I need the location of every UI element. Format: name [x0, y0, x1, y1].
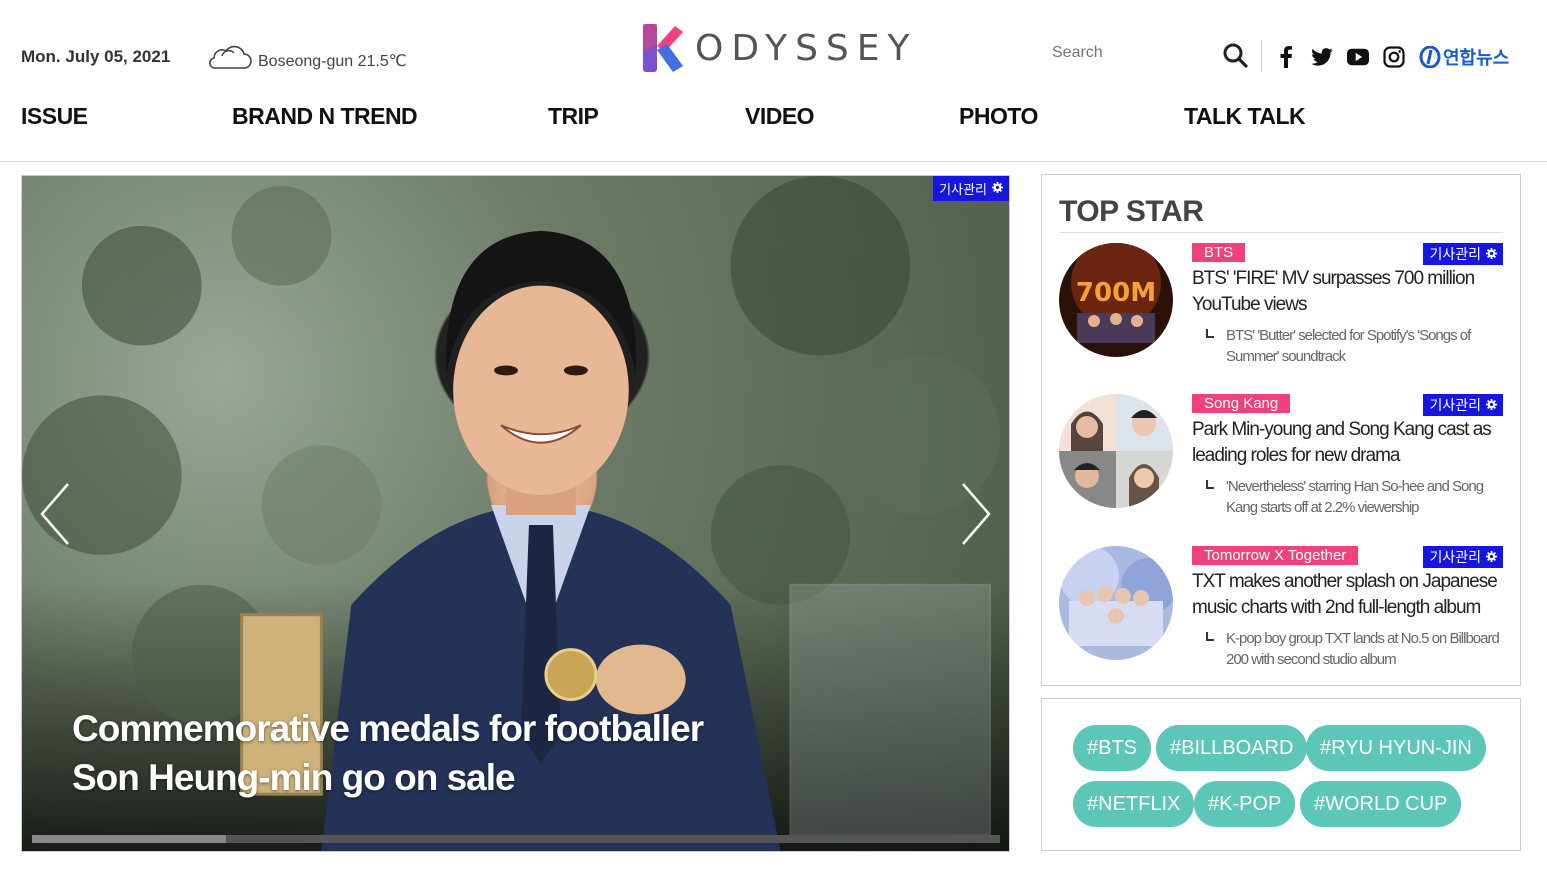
hashtag-billboard[interactable]: #BILLBOARD	[1156, 725, 1308, 771]
sub-article-marker	[1206, 480, 1214, 489]
article-admin-badge[interactable]: 기사관리	[1423, 243, 1503, 265]
admin-label: 기사관리	[1429, 397, 1481, 413]
weather-widget: Boseong-gun 21.5℃	[206, 44, 407, 77]
slider-progress-bar	[32, 835, 1000, 843]
top-star-item[interactable]: 700M BTS 기사관리 BTS' 'FIRE' MV surpasses 7…	[1059, 243, 1503, 373]
yonhap-logo-icon	[1419, 46, 1441, 68]
star-sub-headline[interactable]: K-pop boy group TXT lands at No.5 on Bil…	[1226, 628, 1504, 670]
chevron-right-icon	[962, 483, 991, 545]
yonhap-label: 연합뉴스	[1443, 48, 1510, 69]
gear-icon	[992, 181, 1003, 196]
star-sub-headline[interactable]: 'Nevertheless' starring Han So-hee and S…	[1226, 476, 1504, 518]
current-date: Mon. July 05, 2021	[21, 47, 171, 66]
chevron-left-icon	[40, 483, 69, 545]
admin-label: 기사관리	[1429, 549, 1481, 565]
article-admin-badge[interactable]: 기사관리	[1423, 394, 1503, 416]
star-headline[interactable]: Park Min-young and Song Kang cast as lea…	[1192, 417, 1503, 469]
svg-text:700M: 700M	[1076, 278, 1156, 308]
nav-issue[interactable]: ISSUE	[21, 103, 88, 130]
hashtag-world-cup[interactable]: #WORLD CUP	[1300, 781, 1462, 827]
admin-label: 기사관리	[939, 182, 987, 197]
instagram-icon[interactable]	[1383, 46, 1405, 68]
yonhap-news-link[interactable]: 연합뉴스	[1419, 44, 1509, 70]
top-star-item[interactable]: Tomorrow X Together 기사관리 TXT makes anoth…	[1059, 546, 1503, 676]
admin-label: 기사관리	[1429, 246, 1481, 262]
star-tag[interactable]: Tomorrow X Together	[1192, 546, 1359, 565]
cloud-icon	[206, 44, 252, 77]
twitter-icon[interactable]	[1311, 46, 1333, 68]
nav-trip[interactable]: TRIP	[548, 103, 599, 130]
slider-progress-fill	[32, 835, 226, 843]
gear-icon	[1486, 397, 1497, 413]
star-headline[interactable]: TXT makes another splash on Japanese mus…	[1192, 569, 1503, 621]
search-icon[interactable]	[1222, 42, 1248, 73]
star-sub-headline[interactable]: BTS' 'Butter' selected for Spotify's 'So…	[1226, 325, 1504, 367]
slider-next-button[interactable]	[955, 479, 995, 549]
weather-text: Boseong-gun 21.5℃	[258, 52, 407, 70]
gear-icon	[1486, 246, 1497, 262]
sub-article-marker	[1206, 329, 1214, 338]
song-kang-thumbnail[interactable]	[1059, 394, 1173, 508]
youtube-icon[interactable]	[1347, 46, 1369, 68]
logo-k-icon	[643, 24, 683, 72]
star-tag[interactable]: BTS	[1192, 243, 1246, 262]
search-input[interactable]	[1052, 44, 1212, 62]
hero-headline[interactable]: Commemorative medals for footballer Son …	[72, 704, 752, 802]
top-star-heading: TOP STAR	[1059, 195, 1204, 228]
top-star-item[interactable]: Song Kang 기사관리 Park Min-young and Song K…	[1059, 394, 1503, 524]
hero-headline-line1: Commemorative medals for footballer	[72, 708, 704, 749]
nav-video[interactable]: VIDEO	[745, 103, 815, 130]
hero-slider[interactable]: 기사관리 Commemorative medals for footballer…	[21, 175, 1010, 852]
search-box	[1052, 42, 1248, 73]
article-admin-badge[interactable]: 기사관리	[1423, 546, 1503, 568]
site-logo[interactable]: ODYSSEY	[641, 22, 918, 74]
header-divider	[1261, 40, 1262, 72]
nav-talk-talk[interactable]: TALK TALK	[1184, 103, 1306, 130]
star-tag[interactable]: Song Kang	[1192, 394, 1291, 413]
nav-photo[interactable]: PHOTO	[959, 103, 1038, 130]
heading-divider	[1059, 232, 1503, 233]
article-admin-badge[interactable]: 기사관리	[933, 176, 1009, 201]
txt-thumbnail[interactable]	[1059, 546, 1173, 660]
gear-icon	[1486, 549, 1497, 565]
social-links: 연합뉴스	[1275, 44, 1509, 70]
star-headline[interactable]: BTS' 'FIRE' MV surpasses 700 million You…	[1192, 266, 1503, 318]
top-star-panel: TOP STAR 700M BTS 기사관리 BTS' 'FIRE' MV su…	[1041, 174, 1521, 686]
bts-thumbnail[interactable]: 700M	[1059, 243, 1173, 357]
sub-article-marker	[1206, 632, 1214, 641]
hashtag-ryu-hyun-jin[interactable]: #RYU HYUN-JIN	[1306, 725, 1486, 771]
hashtag-netflix[interactable]: #NETFLIX	[1073, 781, 1195, 827]
logo-text: ODYSSEY	[695, 27, 918, 69]
site-header: Mon. July 05, 2021 Boseong-gun 21.5℃ ODY…	[0, 0, 1547, 162]
hashtag-bts[interactable]: #BTS	[1073, 725, 1152, 771]
nav-brand-n-trend[interactable]: BRAND N TREND	[232, 103, 418, 130]
slider-prev-button[interactable]	[36, 479, 76, 549]
hashtag-panel: #BTS #BILLBOARD #RYU HYUN-JIN #NETFLIX #…	[1041, 698, 1521, 851]
facebook-icon[interactable]	[1275, 46, 1297, 68]
hashtag-k-pop[interactable]: #K-POP	[1194, 781, 1296, 827]
hero-headline-line2: Son Heung-min go on sale	[72, 757, 516, 798]
